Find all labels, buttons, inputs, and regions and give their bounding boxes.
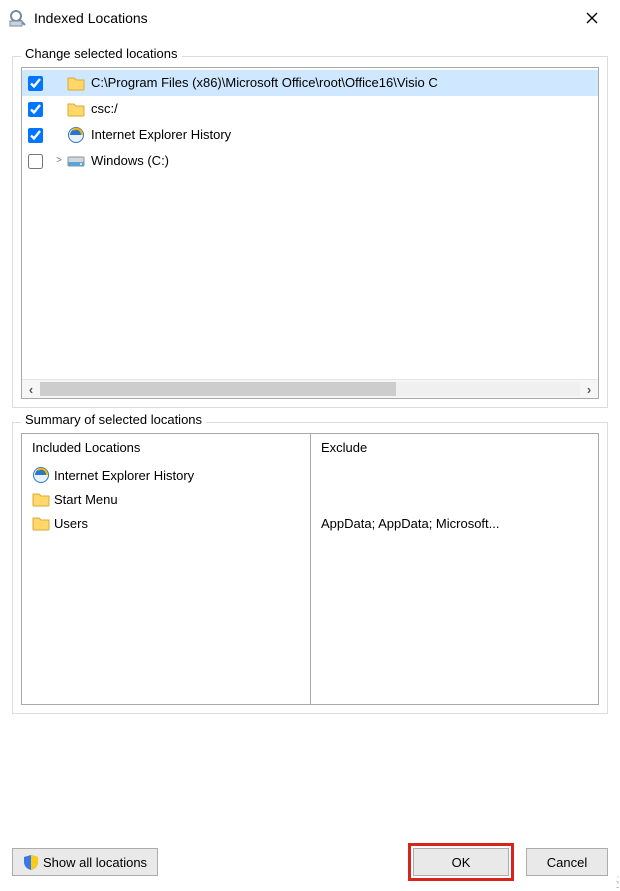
scroll-thumb[interactable] (40, 382, 396, 396)
ok-highlight: OK (408, 843, 514, 881)
included-item[interactable]: Start Menu (32, 487, 300, 511)
expand-icon[interactable] (53, 70, 65, 96)
tree-row-label: csc:/ (91, 96, 118, 122)
change-locations-label: Change selected locations (21, 46, 182, 61)
expand-icon[interactable]: > (53, 148, 65, 174)
title-bar: Indexed Locations (0, 0, 620, 36)
tree-row-label: Windows (C:) (91, 148, 169, 174)
folder-icon (67, 100, 85, 118)
tree-row[interactable]: C:\Program Files (x86)\Microsoft Office\… (22, 70, 598, 96)
dialog-footer: Show all locations OK Cancel (0, 829, 620, 891)
cancel-button[interactable]: Cancel (526, 848, 608, 876)
close-button[interactable] (572, 4, 612, 32)
folder-icon (32, 514, 50, 532)
summary-group: Summary of selected locations Included L… (12, 422, 608, 714)
show-all-locations-button[interactable]: Show all locations (12, 848, 158, 876)
exclude-item-label (321, 468, 325, 483)
tree-row-label: C:\Program Files (x86)\Microsoft Office\… (91, 70, 438, 96)
scroll-right-arrow[interactable]: › (580, 380, 598, 398)
expand-icon[interactable] (53, 122, 65, 148)
indexing-options-icon (8, 8, 28, 28)
folder-icon (67, 74, 85, 92)
ok-button[interactable]: OK (413, 848, 509, 876)
tree-row-checkbox[interactable] (28, 128, 43, 143)
included-item-label: Users (54, 516, 88, 531)
tree-row[interactable]: csc:/ (22, 96, 598, 122)
resize-grip[interactable]: .:.:: (616, 877, 618, 889)
expand-icon[interactable] (53, 96, 65, 122)
included-item-label: Start Menu (54, 492, 118, 507)
summary-table: Included Locations Internet Explorer His… (21, 433, 599, 705)
exclude-item (321, 487, 588, 511)
included-column: Included Locations Internet Explorer His… (22, 434, 310, 704)
included-item-label: Internet Explorer History (54, 468, 194, 483)
exclude-item-label (321, 492, 325, 507)
summary-label: Summary of selected locations (21, 412, 206, 427)
horizontal-scrollbar[interactable]: ‹ › (22, 379, 598, 398)
show-all-locations-label: Show all locations (43, 855, 147, 870)
tree-row-label: Internet Explorer History (91, 122, 231, 148)
included-item[interactable]: Internet Explorer History (32, 463, 300, 487)
tree-row[interactable]: > Windows (C:) (22, 148, 598, 174)
ie-icon (67, 126, 85, 144)
tree-row-checkbox[interactable] (28, 76, 43, 91)
included-header: Included Locations (32, 440, 300, 455)
scroll-track[interactable] (40, 382, 580, 396)
folder-icon (32, 490, 50, 508)
tree-row[interactable]: Internet Explorer History (22, 122, 598, 148)
drive-icon (67, 152, 85, 170)
exclude-item-label: AppData; AppData; Microsoft... (321, 516, 499, 531)
shield-icon (23, 854, 39, 870)
tree-row-checkbox[interactable] (28, 102, 43, 117)
exclude-header: Exclude (321, 440, 588, 455)
indexed-locations-dialog: Indexed Locations Change selected locati… (0, 0, 620, 891)
tree-row-checkbox[interactable] (28, 154, 43, 169)
scroll-left-arrow[interactable]: ‹ (22, 380, 40, 398)
exclude-column: Exclude AppData; AppData; Microsoft... (310, 434, 598, 704)
change-locations-group: Change selected locations C:\Program Fil… (12, 56, 608, 408)
locations-tree[interactable]: C:\Program Files (x86)\Microsoft Office\… (21, 67, 599, 399)
exclude-item (321, 463, 588, 487)
ie-icon (32, 466, 50, 484)
exclude-item: AppData; AppData; Microsoft... (321, 511, 588, 535)
dialog-title: Indexed Locations (34, 10, 572, 26)
included-item[interactable]: Users (32, 511, 300, 535)
